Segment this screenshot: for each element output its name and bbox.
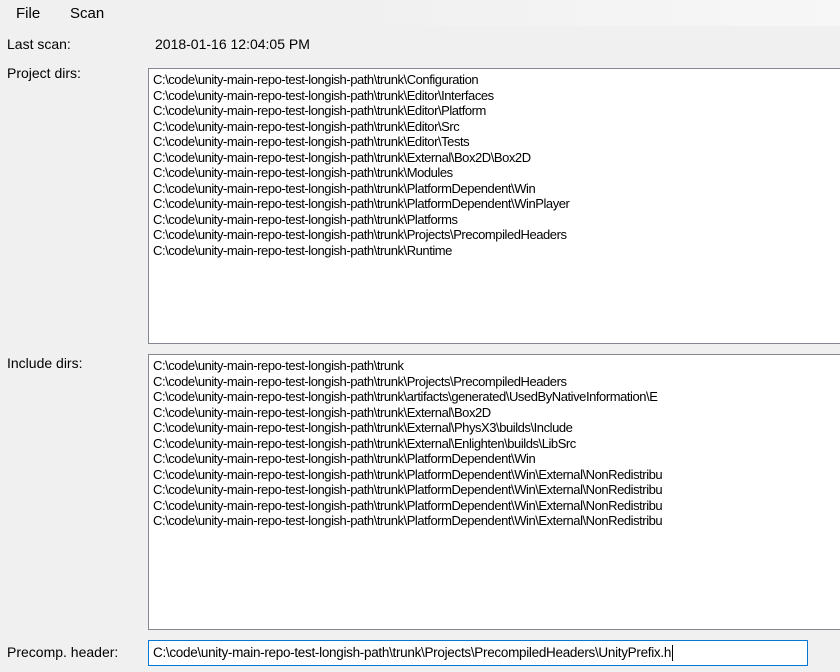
list-item[interactable]: C:\code\unity-main-repo-test-longish-pat… <box>153 212 840 228</box>
list-item[interactable]: C:\code\unity-main-repo-test-longish-pat… <box>153 389 840 405</box>
list-item[interactable]: C:\code\unity-main-repo-test-longish-pat… <box>153 103 840 119</box>
list-item[interactable]: C:\code\unity-main-repo-test-longish-pat… <box>153 119 840 135</box>
list-item[interactable]: C:\code\unity-main-repo-test-longish-pat… <box>153 72 840 88</box>
project-dirs-label: Project dirs: <box>7 65 81 81</box>
list-item[interactable]: C:\code\unity-main-repo-test-longish-pat… <box>153 88 840 104</box>
include-dirs-list[interactable]: C:\code\unity-main-repo-test-longish-pat… <box>148 354 840 630</box>
menu-bar: File Scan <box>0 0 840 26</box>
list-item[interactable]: C:\code\unity-main-repo-test-longish-pat… <box>153 498 840 514</box>
list-item[interactable]: C:\code\unity-main-repo-test-longish-pat… <box>153 513 840 529</box>
list-item[interactable]: C:\code\unity-main-repo-test-longish-pat… <box>153 451 840 467</box>
precomp-header-value: C:\code\unity-main-repo-test-longish-pat… <box>153 645 672 660</box>
list-item[interactable]: C:\code\unity-main-repo-test-longish-pat… <box>153 405 840 421</box>
list-item[interactable]: C:\code\unity-main-repo-test-longish-pat… <box>153 196 840 212</box>
list-item[interactable]: C:\code\unity-main-repo-test-longish-pat… <box>153 150 840 166</box>
last-scan-label: Last scan: <box>7 36 71 52</box>
include-dirs-label: Include dirs: <box>7 355 83 371</box>
list-item[interactable]: C:\code\unity-main-repo-test-longish-pat… <box>153 165 840 181</box>
list-item[interactable]: C:\code\unity-main-repo-test-longish-pat… <box>153 181 840 197</box>
list-item[interactable]: C:\code\unity-main-repo-test-longish-pat… <box>153 227 840 243</box>
list-item[interactable]: C:\code\unity-main-repo-test-longish-pat… <box>153 420 840 436</box>
list-item[interactable]: C:\code\unity-main-repo-test-longish-pat… <box>153 243 840 259</box>
list-item[interactable]: C:\code\unity-main-repo-test-longish-pat… <box>153 482 840 498</box>
list-item[interactable]: C:\code\unity-main-repo-test-longish-pat… <box>153 467 840 483</box>
project-dirs-list[interactable]: C:\code\unity-main-repo-test-longish-pat… <box>148 68 840 344</box>
list-item[interactable]: C:\code\unity-main-repo-test-longish-pat… <box>153 134 840 150</box>
precomp-header-label: Precomp. header: <box>7 644 119 660</box>
last-scan-value: 2018-01-16 12:04:05 PM <box>155 36 310 52</box>
include-dirs-items: C:\code\unity-main-repo-test-longish-pat… <box>149 355 840 529</box>
text-caret <box>672 645 674 662</box>
list-item[interactable]: C:\code\unity-main-repo-test-longish-pat… <box>153 358 840 374</box>
menu-scan[interactable]: Scan <box>66 5 108 23</box>
project-dirs-items: C:\code\unity-main-repo-test-longish-pat… <box>149 69 840 258</box>
menu-file[interactable]: File <box>12 5 44 23</box>
list-item[interactable]: C:\code\unity-main-repo-test-longish-pat… <box>153 436 840 452</box>
precomp-header-input[interactable]: C:\code\unity-main-repo-test-longish-pat… <box>148 640 808 666</box>
list-item[interactable]: C:\code\unity-main-repo-test-longish-pat… <box>153 374 840 390</box>
